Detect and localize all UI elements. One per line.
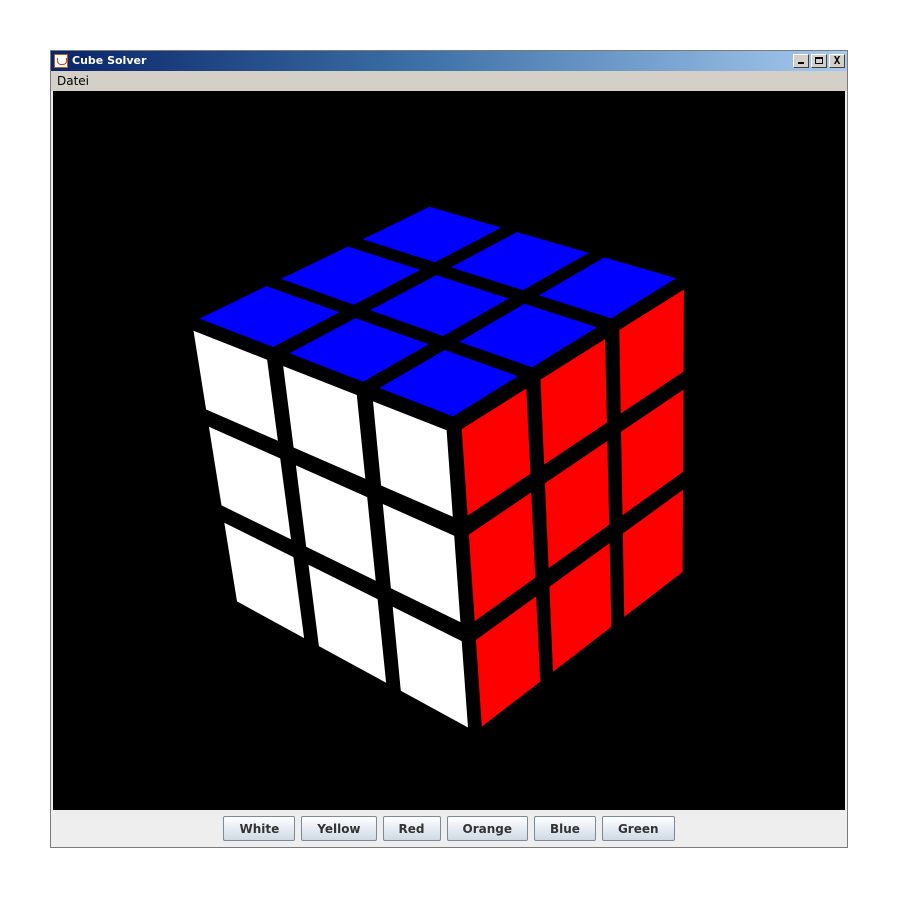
menu-datei[interactable]: Datei [51,71,95,91]
front-sticker-2-2[interactable] [392,606,468,728]
right-sticker-1-1[interactable] [544,441,610,569]
title-bar[interactable]: Cube Solver X [51,51,847,71]
maximize-button[interactable] [811,54,827,68]
blue-button[interactable]: Blue [534,816,596,841]
front-sticker-2-1[interactable] [308,564,387,683]
right-sticker-0-2[interactable] [619,289,684,414]
green-button[interactable]: Green [601,816,675,841]
right-sticker-0-0[interactable] [461,388,531,516]
minimize-button[interactable] [793,54,809,68]
window-title: Cube Solver [72,54,147,67]
right-sticker-2-2[interactable] [622,489,683,617]
yellow-button[interactable]: Yellow [301,816,377,841]
front-sticker-2-0[interactable] [224,522,305,639]
right-sticker-0-1[interactable] [540,339,607,465]
orange-button[interactable]: Orange [446,816,528,841]
front-sticker-1-2[interactable] [382,504,461,623]
right-sticker-2-0[interactable] [475,596,541,727]
front-sticker-0-1[interactable] [283,366,366,479]
java-icon [54,54,68,68]
red-button[interactable]: Red [382,816,441,841]
white-button[interactable]: White [223,816,296,841]
front-sticker-1-0[interactable] [208,426,291,540]
cube-canvas[interactable] [53,91,845,810]
color-button-bar: White Yellow Red Orange Blue Green [51,810,847,847]
close-button[interactable]: X [829,54,845,68]
app-window: Cube Solver X Datei White Yellow Red Ora… [50,50,848,848]
front-sticker-1-1[interactable] [295,465,376,581]
right-sticker-1-0[interactable] [468,492,536,622]
maximize-icon [815,57,823,64]
front-sticker-0-2[interactable] [373,401,453,517]
minimize-icon [798,62,804,64]
cube-viewport[interactable] [53,91,845,810]
menu-bar: Datei [51,71,847,91]
right-sticker-2-1[interactable] [549,543,612,672]
close-icon: X [833,54,841,67]
front-sticker-0-0[interactable] [193,330,278,441]
